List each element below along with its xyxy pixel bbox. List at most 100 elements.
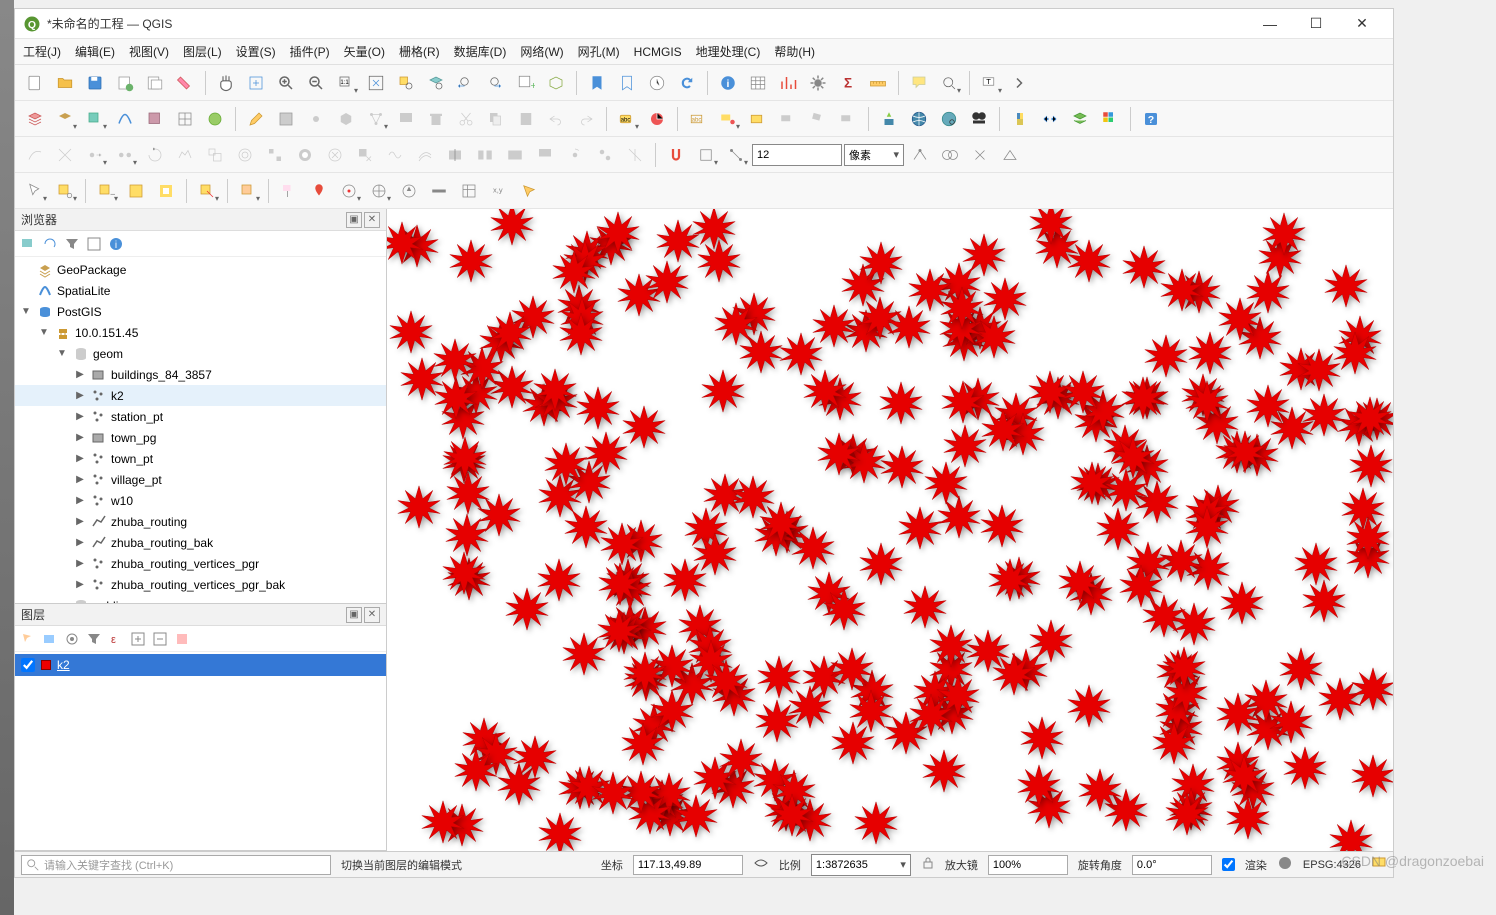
scale-select[interactable]: 1:3872635 [811,854,911,876]
point-feature[interactable] [1350,666,1393,712]
show-pinned-icon[interactable] [744,105,772,133]
point-feature[interactable] [802,368,848,414]
attribute-table-icon[interactable] [744,69,772,97]
field-calculator-icon[interactable]: Σ [834,69,862,97]
point-feature[interactable] [1332,330,1378,376]
locate-icon[interactable] [335,177,363,205]
offset-curve-icon[interactable] [411,141,439,169]
scale-bar-icon[interactable] [425,177,453,205]
crs-icon[interactable] [1277,855,1293,874]
deselect-all-icon[interactable]: – [92,177,120,205]
point-feature[interactable] [1143,333,1189,379]
panel-float-icon[interactable]: ▣ [346,607,362,623]
map-tips-icon[interactable] [905,69,933,97]
zoom-full-icon[interactable] [362,69,390,97]
python-console-icon[interactable] [1006,105,1034,133]
point-feature[interactable] [543,441,589,487]
xy-tool-icon[interactable]: x,y [485,177,513,205]
topology-editing-icon[interactable] [51,141,79,169]
point-feature[interactable] [1028,209,1074,246]
refresh-icon[interactable] [673,69,701,97]
point-feature[interactable] [1019,715,1065,761]
browser-item-zhuba-routing-bak[interactable]: ▶zhuba_routing_bak [15,532,386,553]
toggle-editing-icon[interactable] [242,105,270,133]
gps-tool-icon[interactable] [905,105,933,133]
point-feature[interactable] [575,385,621,431]
expand-all-icon[interactable] [129,630,147,648]
panel-close-icon[interactable]: ✕ [364,212,380,228]
point-feature[interactable] [621,404,667,450]
enable-snapping-icon[interactable] [662,141,690,169]
delete-part-icon[interactable] [351,141,379,169]
point-feature[interactable] [928,623,974,669]
plugin-manager-icon[interactable] [965,105,993,133]
topological-editing-icon[interactable] [906,141,934,169]
unpin-feature-icon[interactable] [305,177,333,205]
add-ring-icon[interactable] [231,141,259,169]
browser-item-station-pt[interactable]: ▶station_pt [15,406,386,427]
new-mesh-icon[interactable] [171,105,199,133]
split-parts-icon[interactable] [471,141,499,169]
point-feature[interactable] [718,737,764,783]
simplify-icon[interactable] [171,141,199,169]
point-feature[interactable] [940,379,986,425]
point-feature[interactable] [942,423,988,469]
point-feature[interactable] [512,734,558,780]
new-shapefile-icon[interactable] [81,105,109,133]
annotation-tool-icon[interactable]: T [976,69,1004,97]
select-features-icon[interactable] [21,177,49,205]
self-snap-icon[interactable] [966,141,994,169]
redo-icon[interactable] [572,105,600,133]
point-feature[interactable] [1066,683,1112,729]
filter-layer-icon[interactable] [234,177,262,205]
browser-item-w10[interactable]: ▶w10 [15,490,386,511]
browser-item-spatialite[interactable]: SpatiaLite [15,280,386,301]
expression-filter-icon[interactable]: ε [107,630,125,648]
zoom-in-icon[interactable] [272,69,300,97]
point-feature[interactable] [730,474,776,520]
point-feature[interactable] [1261,211,1307,257]
point-feature[interactable] [700,368,746,414]
menu-help[interactable]: 帮助(H) [774,43,815,60]
point-feature[interactable] [979,503,1025,549]
remove-layer-icon[interactable] [173,630,191,648]
grid-decoration-icon[interactable] [455,177,483,205]
layer-tree-icon[interactable] [1066,105,1094,133]
point-feature[interactable] [1328,818,1374,851]
processing-toolbox-icon[interactable] [804,69,832,97]
collapse-all-icon[interactable] [85,235,103,253]
panel-float-icon[interactable]: ▣ [346,212,362,228]
menu-mesh[interactable]: 网孔(M) [578,43,620,60]
zoom-out-icon[interactable] [302,69,330,97]
point-feature[interactable] [1323,263,1369,309]
point-feature[interactable] [1103,467,1149,513]
point-feature[interactable] [1225,795,1271,841]
invert-selection-icon[interactable] [152,177,180,205]
point-feature[interactable] [713,301,759,347]
show-bookmarks-icon[interactable] [613,69,641,97]
close-button[interactable]: ✕ [1339,9,1385,39]
snapping-type-icon[interactable] [722,141,750,169]
text-annotation-icon[interactable] [935,69,963,97]
snap-intersection-icon[interactable] [936,141,964,169]
menu-raster[interactable]: 栅格(R) [399,43,440,60]
point-feature[interactable] [987,557,1033,603]
add-polygon-icon[interactable] [332,105,360,133]
browser-item-town-pt[interactable]: ▶town_pt [15,448,386,469]
point-feature[interactable] [432,337,478,383]
point-feature[interactable] [662,557,708,603]
properties-icon[interactable]: i [107,235,125,253]
menu-edit[interactable]: 编辑(E) [75,43,115,60]
menu-project[interactable]: 工程(J) [23,43,61,60]
point-feature[interactable] [487,310,533,356]
label-tool-icon[interactable]: abc [613,105,641,133]
copy-move-feature-icon[interactable] [111,141,139,169]
reshape-icon[interactable] [381,141,409,169]
menu-web[interactable]: 网络(W) [520,43,563,60]
snapping-mode-icon[interactable] [692,141,720,169]
point-feature[interactable] [897,505,943,551]
point-feature[interactable] [1348,443,1393,489]
layer-style-icon[interactable] [19,630,37,648]
coord-input[interactable]: 117.13,49.89 [633,855,743,875]
point-feature[interactable] [445,470,491,516]
